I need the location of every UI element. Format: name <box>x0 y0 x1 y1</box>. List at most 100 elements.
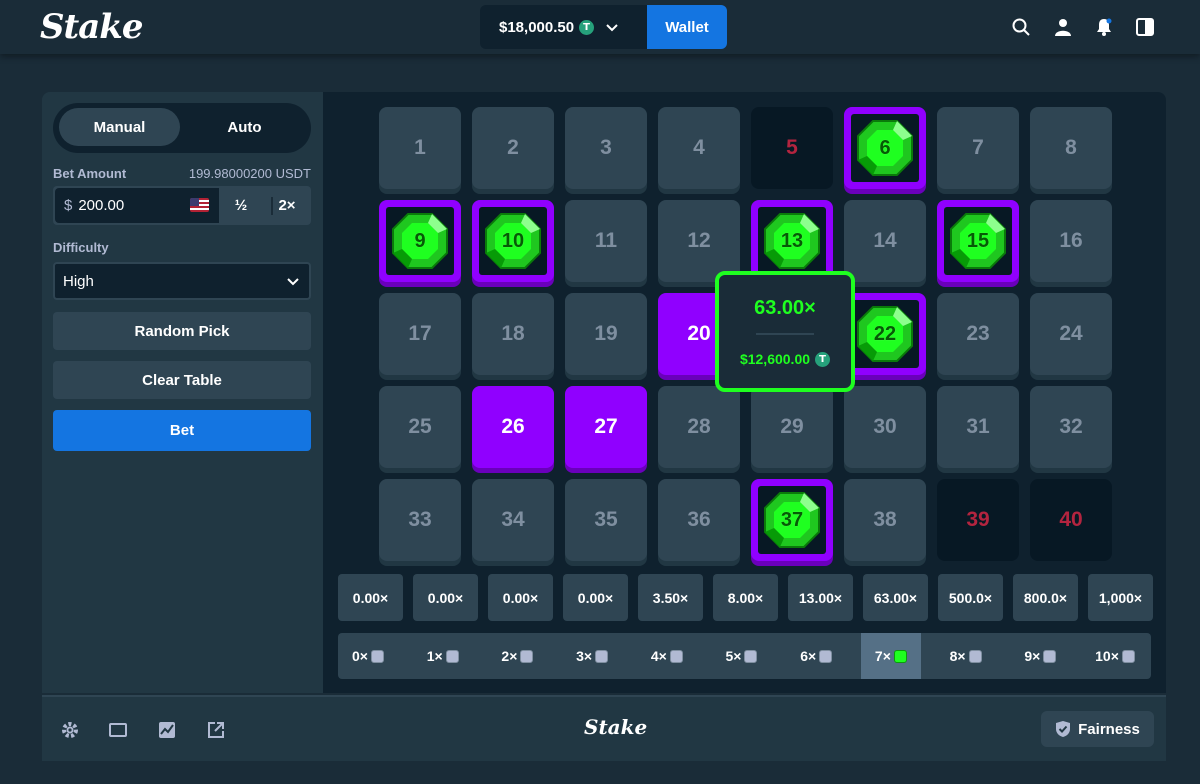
popup-payout: $12,600.00 T <box>740 351 831 367</box>
tile-10[interactable]: 10 <box>472 200 554 282</box>
tile-33[interactable]: 33 <box>379 479 461 561</box>
mini-gem-icon <box>669 649 683 663</box>
tile-16[interactable]: 16 <box>1030 200 1112 282</box>
multiplier-item: 0.00× <box>488 574 553 621</box>
notification-bell-icon[interactable] <box>1093 16 1115 38</box>
half-bet-button[interactable]: ½ <box>219 188 263 223</box>
tile-number: 35 <box>594 508 618 531</box>
fairness-button[interactable]: Fairness <box>1041 711 1154 747</box>
tile-26[interactable]: 26 <box>472 386 554 468</box>
mini-gem-icon <box>1043 649 1057 663</box>
footer-stake-logo: Stake <box>584 715 648 739</box>
tile-13[interactable]: 13 <box>751 200 833 282</box>
payout-popup: 63.00× $12,600.00 T <box>715 271 855 392</box>
bet-amount-input[interactable]: $ 200.00 <box>55 188 219 223</box>
tile-number: 4 <box>693 136 705 159</box>
multiplier-item: 63.00× <box>863 574 928 621</box>
tile-number: 31 <box>966 415 990 438</box>
top-bar: Stake $18,000.50 T Wallet <box>0 0 1200 54</box>
tile-4[interactable]: 4 <box>658 107 740 189</box>
multiplier-item: 8.00× <box>713 574 778 621</box>
tile-12[interactable]: 12 <box>658 200 740 282</box>
tile-39[interactable]: 39 <box>937 479 1019 561</box>
popup-multiplier: 63.00× <box>754 297 816 319</box>
tile-number: 38 <box>873 508 897 531</box>
stake-logo[interactable]: Stake <box>40 7 143 47</box>
tile-3[interactable]: 3 <box>565 107 647 189</box>
tile-34[interactable]: 34 <box>472 479 554 561</box>
hits-item: 5× <box>712 633 772 679</box>
theatre-mode-icon[interactable] <box>107 719 129 741</box>
tile-number: 29 <box>780 415 804 438</box>
hits-label: 6× <box>800 648 817 664</box>
clear-table-button[interactable]: Clear Table <box>53 361 311 399</box>
tile-19[interactable]: 19 <box>565 293 647 375</box>
tile-32[interactable]: 32 <box>1030 386 1112 468</box>
tile-number: 32 <box>1059 415 1083 438</box>
tile-number: 17 <box>408 322 432 345</box>
double-bet-button[interactable]: 2× <box>263 188 311 223</box>
tile-14[interactable]: 14 <box>844 200 926 282</box>
shield-icon <box>1056 721 1071 737</box>
wallet-button[interactable]: Wallet <box>647 5 727 49</box>
hits-item: 4× <box>637 633 697 679</box>
tile-number: 40 <box>1059 508 1083 531</box>
tile-number: 22 <box>873 322 897 345</box>
balance-selector[interactable]: $18,000.50 T <box>480 5 647 49</box>
tile-36[interactable]: 36 <box>658 479 740 561</box>
tile-1[interactable]: 1 <box>379 107 461 189</box>
tile-35[interactable]: 35 <box>565 479 647 561</box>
hits-label: 5× <box>725 648 742 664</box>
tile-6[interactable]: 6 <box>844 107 926 189</box>
hits-label: 9× <box>1024 648 1041 664</box>
game-footer: Stake Fairness <box>42 695 1166 761</box>
settings-gear-icon[interactable] <box>59 719 81 741</box>
hits-item: 6× <box>786 633 846 679</box>
live-stats-icon[interactable] <box>156 719 178 741</box>
tile-29[interactable]: 29 <box>751 386 833 468</box>
tile-30[interactable]: 30 <box>844 386 926 468</box>
tile-7[interactable]: 7 <box>937 107 1019 189</box>
difficulty-select[interactable]: High <box>53 262 311 300</box>
tile-40[interactable]: 40 <box>1030 479 1112 561</box>
search-icon[interactable] <box>1010 16 1032 38</box>
tile-9[interactable]: 9 <box>379 200 461 282</box>
tile-25[interactable]: 25 <box>379 386 461 468</box>
hits-item: 2× <box>487 633 547 679</box>
hits-label: 3× <box>576 648 593 664</box>
tile-37[interactable]: 37 <box>751 479 833 561</box>
sidebar-toggle-icon[interactable] <box>1134 16 1156 38</box>
tile-27[interactable]: 27 <box>565 386 647 468</box>
tile-number: 24 <box>1059 322 1083 345</box>
tile-18[interactable]: 18 <box>472 293 554 375</box>
balance-amount: $18,000.50 <box>499 18 575 36</box>
tile-17[interactable]: 17 <box>379 293 461 375</box>
bet-button[interactable]: Bet <box>53 410 311 451</box>
hits-item: 7× <box>860 633 921 679</box>
tile-11[interactable]: 11 <box>565 200 647 282</box>
auto-tab[interactable]: Auto <box>184 108 305 146</box>
hits-item: 0× <box>338 633 398 679</box>
tile-number: 33 <box>408 508 432 531</box>
tile-number: 18 <box>501 322 525 345</box>
tile-5[interactable]: 5 <box>751 107 833 189</box>
bet-amount-label: Bet Amount <box>53 166 127 181</box>
tile-38[interactable]: 38 <box>844 479 926 561</box>
tile-31[interactable]: 31 <box>937 386 1019 468</box>
tile-24[interactable]: 24 <box>1030 293 1112 375</box>
chevron-down-icon <box>287 273 299 290</box>
gem-cell: 15 <box>944 207 1012 275</box>
us-flag-icon <box>190 198 209 212</box>
random-pick-button[interactable]: Random Pick <box>53 312 311 350</box>
tile-8[interactable]: 8 <box>1030 107 1112 189</box>
tile-28[interactable]: 28 <box>658 386 740 468</box>
tile-22[interactable]: 22 <box>844 293 926 375</box>
hits-label: 8× <box>949 648 966 664</box>
manual-tab[interactable]: Manual <box>59 108 180 146</box>
popout-icon[interactable] <box>205 719 227 741</box>
tile-23[interactable]: 23 <box>937 293 1019 375</box>
tile-2[interactable]: 2 <box>472 107 554 189</box>
keno-board: 1234567891011121314151617181920212223242… <box>323 92 1166 693</box>
user-icon[interactable] <box>1052 16 1074 38</box>
tile-15[interactable]: 15 <box>937 200 1019 282</box>
